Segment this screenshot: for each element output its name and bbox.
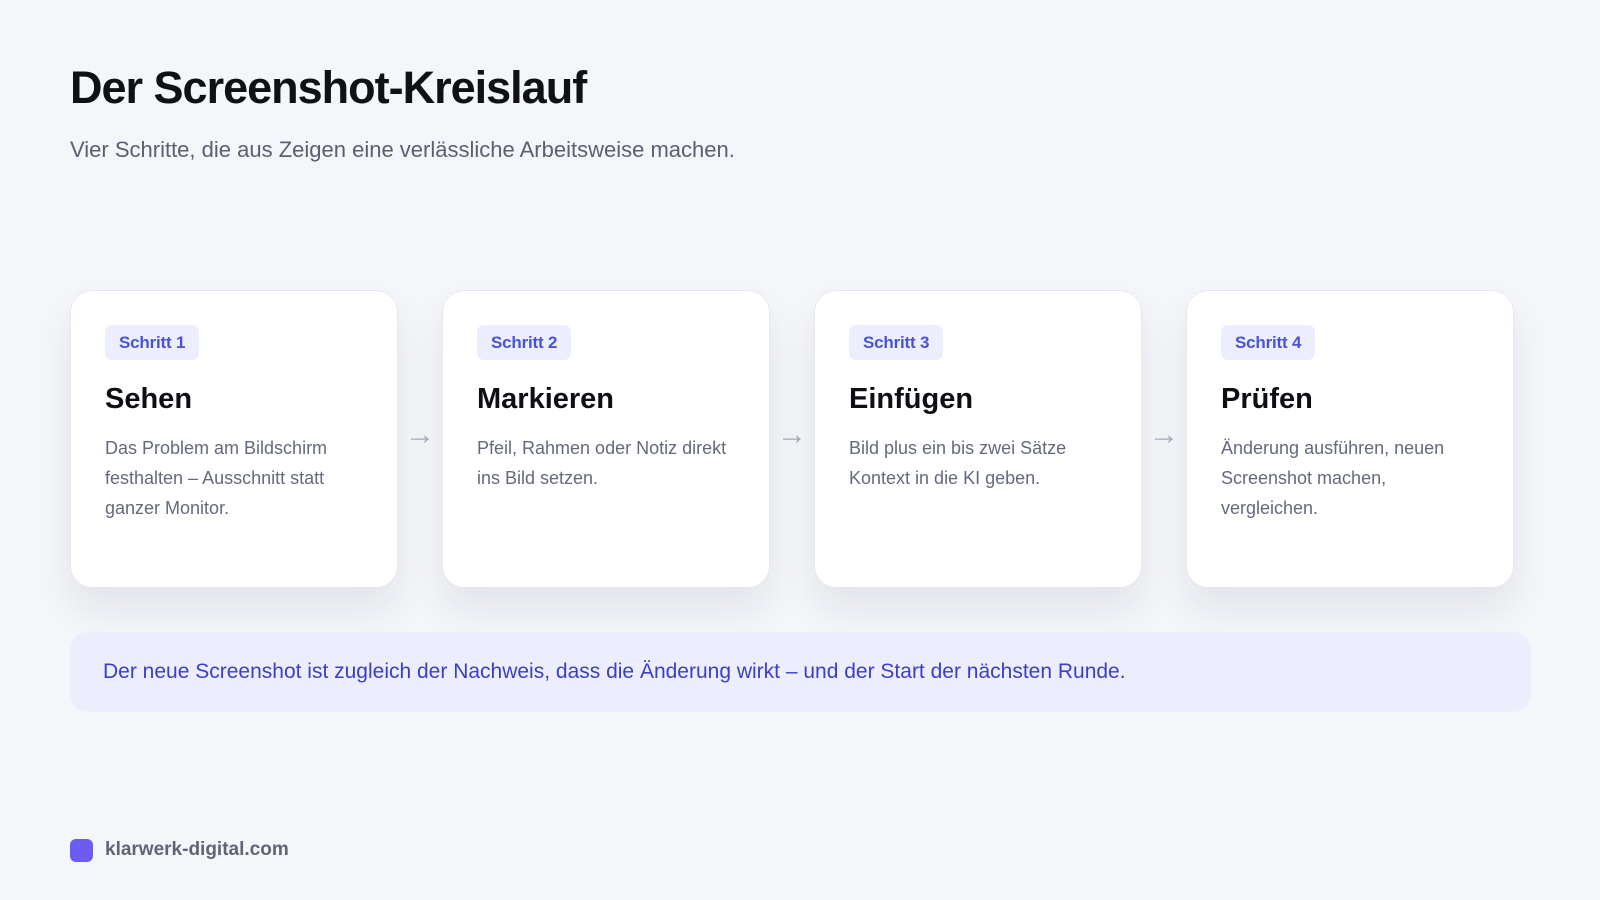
arrow-right-icon: → <box>777 418 807 451</box>
step-description: Pfeil, Rahmen oder Notiz direkt ins Bild… <box>477 438 727 488</box>
arrow-right-icon: → <box>405 418 435 451</box>
step-description: Bild plus ein bis zwei Sätze Kontext in … <box>849 438 1067 488</box>
step-card-1: Schritt 1 Sehen Das Problem am Bildschir… <box>70 290 398 588</box>
step-badge: Schritt 1 <box>105 325 200 360</box>
step-title: Prüfen <box>1221 383 1313 415</box>
steps-row: Schritt 1 Sehen Das Problem am Bildschir… <box>70 290 1516 590</box>
step-card-3: Schritt 3 Einfügen Bild plus ein bis zwe… <box>814 290 1142 588</box>
step-badge: Schritt 3 <box>849 325 944 360</box>
page-subtitle: Vier Schritte, die aus Zeigen eine verlä… <box>70 137 735 162</box>
footer-brand: klarwerk-digital.com <box>105 839 289 860</box>
page-title: Der Screenshot-Kreislauf <box>70 62 587 113</box>
step-title: Einfügen <box>849 383 974 415</box>
step-badge: Schritt 4 <box>1221 325 1316 360</box>
step-description: Änderung ausführen, neuen Screenshot mac… <box>1221 438 1445 518</box>
step-title: Sehen <box>105 383 193 415</box>
step-title: Markieren <box>477 383 615 415</box>
arrow-right-icon: → <box>1149 418 1179 451</box>
step-description: Das Problem am Bildschirm festhalten – A… <box>105 438 328 518</box>
logo-square-icon <box>70 838 93 862</box>
summary-note: Der neue Screenshot ist zugleich der Nac… <box>70 632 1531 712</box>
step-badge: Schritt 2 <box>477 325 572 360</box>
step-card-4: Schritt 4 Prüfen Änderung ausführen, neu… <box>1186 290 1514 588</box>
step-card-2: Schritt 2 Markieren Pfeil, Rahmen oder N… <box>442 290 770 588</box>
footer: klarwerk-digital.com <box>70 838 289 862</box>
slide: Der Screenshot-Kreislauf Vier Schritte, … <box>0 0 1600 900</box>
